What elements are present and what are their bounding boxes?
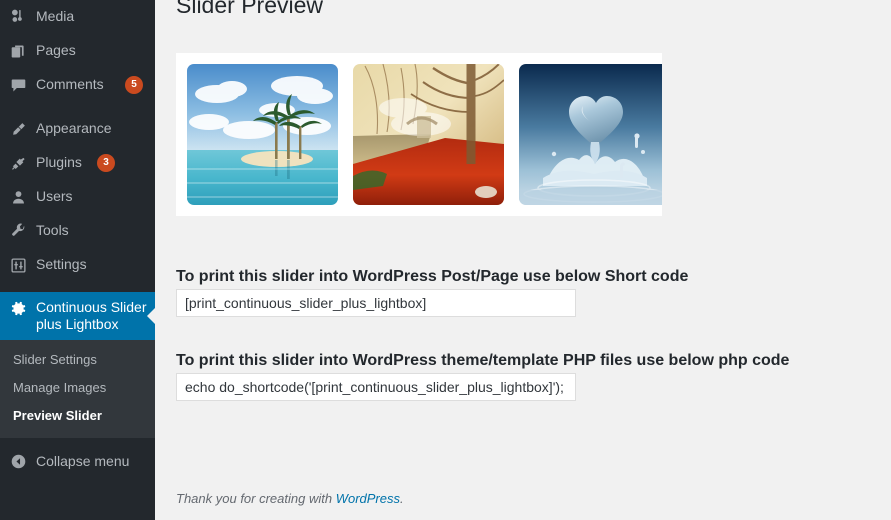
- sidebar-item-users[interactable]: Users: [0, 180, 155, 214]
- submenu-item-manage-images[interactable]: Manage Images: [0, 374, 155, 402]
- sidebar-item-settings[interactable]: Settings: [0, 248, 155, 282]
- sidebar-divider: [0, 102, 155, 112]
- tools-wrench-icon: [0, 223, 36, 240]
- slide-water-heart-splash[interactable]: [519, 64, 662, 205]
- sidebar-item-media[interactable]: Media: [0, 0, 155, 34]
- sidebar-item-appearance[interactable]: Appearance: [0, 112, 155, 146]
- sidebar-item-label: Comments: [36, 76, 104, 93]
- plugins-plug-icon: [0, 155, 36, 172]
- pages-icon: [0, 43, 36, 60]
- shortcode-input[interactable]: [176, 289, 576, 317]
- sidebar-item-label: Pages: [36, 42, 76, 59]
- users-icon: [0, 189, 36, 206]
- slider-track: [176, 53, 662, 216]
- page-title: Slider Preview: [176, 0, 323, 18]
- comments-icon: [0, 77, 36, 94]
- submenu-item-preview-slider[interactable]: Preview Slider: [0, 402, 155, 430]
- slide-tropical-island-palms[interactable]: [187, 64, 338, 205]
- sidebar-item-label: Continuous Slider plus Lightbox: [36, 299, 147, 332]
- gear-icon: [0, 299, 36, 317]
- sidebar-item-continuous-slider-plus-lightbox[interactable]: Continuous Slider plus Lightbox: [0, 292, 155, 340]
- sidebar-item-label: Media: [36, 8, 75, 25]
- plugins-count-badge: 3: [97, 154, 115, 172]
- php-code-input[interactable]: [176, 373, 576, 401]
- collapse-arrow-icon: [0, 453, 36, 470]
- sidebar-item-label: Settings: [36, 256, 87, 273]
- wordpress-admin-screen: Media Pages Comments 5 Appearance Plugin…: [0, 0, 891, 520]
- current-menu-arrow-icon: [147, 308, 155, 324]
- appearance-brush-icon: [0, 121, 36, 138]
- footer-prefix-text: Thank you for creating with: [176, 491, 336, 506]
- php-section-heading: To print this slider into WordPress them…: [176, 352, 790, 369]
- media-icon: [0, 8, 36, 26]
- sidebar-item-label: Plugins: [36, 154, 82, 171]
- sidebar-divider: [0, 282, 155, 292]
- sidebar-item-pages[interactable]: Pages: [0, 34, 155, 68]
- wordpress-link[interactable]: WordPress: [336, 491, 400, 506]
- sidebar-item-label: Users: [36, 188, 73, 205]
- sidebar-item-comments[interactable]: Comments 5: [0, 68, 155, 102]
- shortcode-section-heading: To print this slider into WordPress Post…: [176, 268, 689, 285]
- collapse-menu-button[interactable]: Collapse menu: [0, 444, 155, 478]
- slide-autumn-forest-red-leaves[interactable]: [353, 64, 504, 205]
- main-content: Slider Preview To print this slider into…: [155, 0, 891, 520]
- settings-sliders-icon: [0, 257, 36, 274]
- footer-suffix-text: .: [400, 491, 404, 506]
- comments-count-badge: 5: [125, 76, 143, 94]
- admin-footer: Thank you for creating with WordPress.: [176, 491, 404, 506]
- collapse-menu-label: Collapse menu: [36, 453, 130, 469]
- sidebar-item-label: Tools: [36, 222, 69, 239]
- sidebar-item-plugins[interactable]: Plugins 3: [0, 146, 155, 180]
- sidebar-item-tools[interactable]: Tools: [0, 214, 155, 248]
- submenu-item-slider-settings[interactable]: Slider Settings: [0, 346, 155, 374]
- admin-sidebar: Media Pages Comments 5 Appearance Plugin…: [0, 0, 155, 520]
- slider-preview-container[interactable]: [176, 53, 662, 216]
- submenu: Slider Settings Manage Images Preview Sl…: [0, 340, 155, 438]
- sidebar-item-label: Appearance: [36, 120, 112, 137]
